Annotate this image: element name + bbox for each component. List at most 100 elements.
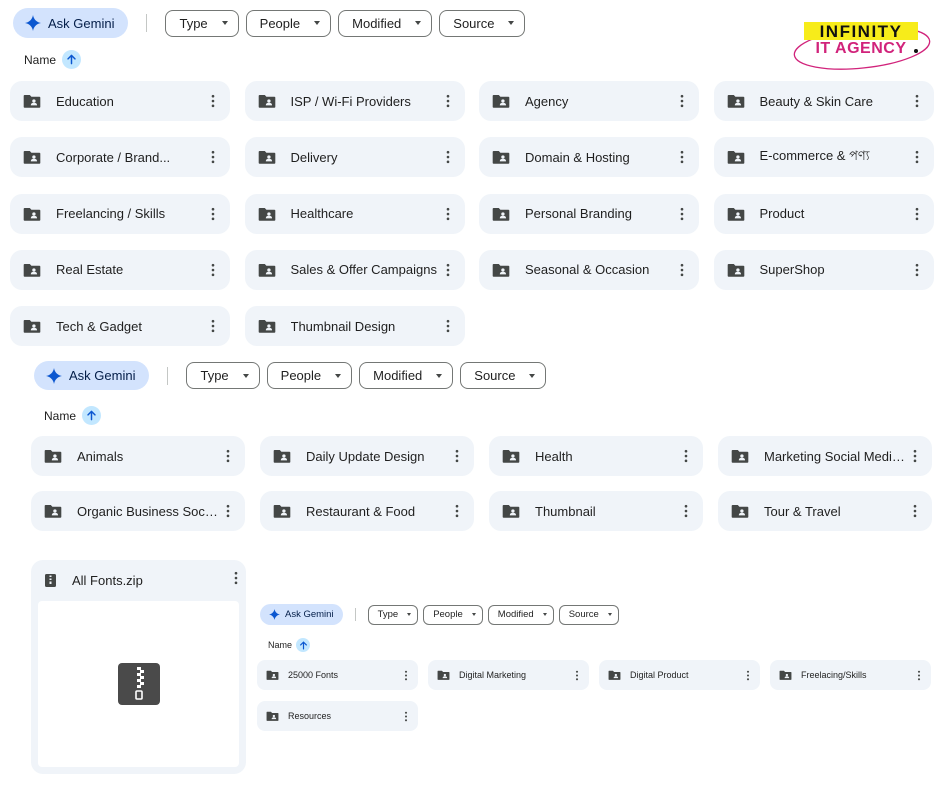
folder-item-daily-update-design[interactable]: Daily Update Design: [260, 436, 474, 476]
file-card-zip[interactable]: All Fonts.zip: [31, 560, 246, 774]
people-filter-label: People: [259, 15, 301, 31]
more-options-icon[interactable]: [219, 447, 237, 465]
more-options-icon[interactable]: [219, 502, 237, 520]
more-options-icon[interactable]: [673, 148, 691, 166]
folder-item-thumbnail[interactable]: Thumbnail: [489, 491, 703, 531]
shared-folder-icon: [731, 449, 749, 463]
more-options-icon[interactable]: [204, 148, 222, 166]
folder-item-healthcare[interactable]: Healthcare: [244, 193, 465, 234]
sort-by-name[interactable]: Name: [24, 50, 82, 69]
toolbar-divider: [146, 14, 148, 32]
folder-item-resources[interactable]: Resources: [257, 701, 418, 731]
folder-item-product[interactable]: Product: [713, 193, 934, 234]
more-options-icon[interactable]: [439, 148, 457, 166]
folder-item-e-commerce[interactable]: E-commerce & পণ্য: [713, 137, 934, 178]
folder-item-digital-product[interactable]: Digital Product: [599, 660, 760, 690]
people-filter-chip[interactable]: People: [245, 9, 332, 37]
more-options-icon[interactable]: [439, 317, 457, 335]
more-options-icon[interactable]: [448, 447, 466, 465]
sort-by-name[interactable]: Name: [44, 406, 102, 425]
folder-item-tech-gadget[interactable]: Tech & Gadget: [10, 306, 230, 347]
caret-down-icon: [471, 613, 476, 616]
shared-folder-icon: [492, 207, 510, 221]
logo-line2: IT AGENCY: [815, 40, 906, 57]
folder-name: Organic Business Social...: [77, 503, 219, 519]
more-options-icon[interactable]: [570, 668, 584, 682]
more-options-icon[interactable]: [673, 205, 691, 223]
folder-item-real-estate[interactable]: Real Estate: [10, 249, 230, 290]
sort-ascending-icon[interactable]: [296, 638, 311, 652]
folder-item-health[interactable]: Health: [489, 436, 703, 476]
type-filter-chip[interactable]: Type: [165, 9, 239, 37]
more-options-icon[interactable]: [204, 317, 222, 335]
ask-gemini-button[interactable]: Ask Gemini: [34, 361, 150, 390]
more-options-icon[interactable]: [908, 205, 926, 223]
type-filter-chip[interactable]: Type: [367, 604, 419, 625]
folder-item-digital-marketing[interactable]: Digital Marketing: [428, 660, 589, 690]
more-options-icon[interactable]: [906, 447, 924, 465]
more-options-icon[interactable]: [741, 668, 755, 682]
more-options-icon[interactable]: [204, 205, 222, 223]
folder-item-agency[interactable]: Agency: [479, 81, 699, 121]
more-options-icon[interactable]: [448, 502, 466, 520]
source-filter-chip[interactable]: Source: [558, 604, 619, 625]
more-options-icon[interactable]: [439, 261, 457, 279]
more-options-icon[interactable]: [677, 447, 695, 465]
folder-name: Beauty & Skin Care: [759, 93, 873, 109]
shared-folder-icon: [258, 319, 276, 333]
folder-item-supershop[interactable]: SuperShop: [713, 249, 934, 290]
sort-by-name[interactable]: Name: [268, 638, 311, 652]
more-options-icon[interactable]: [439, 92, 457, 110]
folder-item-personal-branding[interactable]: Personal Branding: [479, 193, 699, 234]
more-options-icon[interactable]: [908, 92, 926, 110]
more-options-icon[interactable]: [906, 502, 924, 520]
folder-item-domain-hosting[interactable]: Domain & Hosting: [479, 137, 699, 178]
folder-name: Healthcare: [290, 206, 354, 222]
folder-item-education[interactable]: Education: [10, 81, 230, 121]
shared-folder-icon: [779, 670, 792, 680]
sort-ascending-icon[interactable]: [82, 406, 102, 425]
more-options-icon[interactable]: [673, 261, 691, 279]
type-filter-chip[interactable]: Type: [186, 362, 260, 389]
more-options-icon[interactable]: [673, 92, 691, 110]
shared-folder-icon: [23, 319, 41, 333]
folder-item-beauty-skin-care[interactable]: Beauty & Skin Care: [713, 81, 934, 121]
folder-item-restaurant-food[interactable]: Restaurant & Food: [260, 491, 474, 531]
more-options-icon[interactable]: [399, 668, 413, 682]
folder-item-marketing-social-media[interactable]: Marketing Social Media...: [718, 436, 932, 476]
ask-gemini-button[interactable]: Ask Gemini: [13, 8, 129, 38]
modified-filter-chip[interactable]: Modified: [359, 362, 454, 389]
folder-item-isp-wi-fi-providers[interactable]: ISP / Wi-Fi Providers: [244, 81, 465, 121]
source-filter-chip[interactable]: Source: [460, 362, 547, 389]
modified-filter-chip[interactable]: Modified: [487, 604, 554, 625]
people-filter-chip[interactable]: People: [266, 362, 353, 389]
infinity-it-agency-logo: INFINITY IT AGENCY: [793, 22, 931, 70]
more-options-icon[interactable]: [912, 668, 926, 682]
folder-item-freelancing-skills[interactable]: Freelancing / Skills: [10, 193, 230, 234]
folder-item-seasonal-occasion[interactable]: Seasonal & Occasion: [479, 249, 699, 290]
more-options-icon[interactable]: [908, 261, 926, 279]
more-options-icon[interactable]: [204, 261, 222, 279]
more-options-icon[interactable]: [234, 571, 238, 590]
folder-item-tour-travel[interactable]: Tour & Travel: [718, 491, 932, 531]
sort-ascending-icon[interactable]: [62, 50, 82, 69]
more-options-icon[interactable]: [439, 205, 457, 223]
folder-item-animals[interactable]: Animals: [31, 436, 245, 476]
more-options-icon[interactable]: [204, 92, 222, 110]
folder-item-delivery[interactable]: Delivery: [244, 137, 465, 178]
ask-gemini-button[interactable]: Ask Gemini: [260, 604, 343, 625]
folder-item-thumbnail-design[interactable]: Thumbnail Design: [244, 306, 465, 347]
folder-item-25000-fonts[interactable]: 25000 Fonts: [257, 660, 418, 690]
more-options-icon[interactable]: [677, 502, 695, 520]
people-filter-chip[interactable]: People: [423, 604, 483, 625]
folder-item-sales-offer-campaigns[interactable]: Sales & Offer Campaigns: [244, 249, 465, 290]
source-filter-chip[interactable]: Source: [439, 9, 526, 37]
folder-item-organic-business-social[interactable]: Organic Business Social...: [31, 491, 245, 531]
folder-name: Tour & Travel: [764, 503, 841, 519]
folder-item-corporate-brand[interactable]: Corporate / Brand...: [10, 137, 230, 178]
more-options-icon[interactable]: [399, 709, 413, 723]
modified-filter-chip[interactable]: Modified: [338, 9, 433, 37]
filter-toolbar-1: Ask Gemini Type People Modified Source: [13, 8, 532, 38]
folder-item-freelacing-skills[interactable]: Freelacing/Skills: [770, 660, 931, 690]
more-options-icon[interactable]: [908, 148, 926, 166]
